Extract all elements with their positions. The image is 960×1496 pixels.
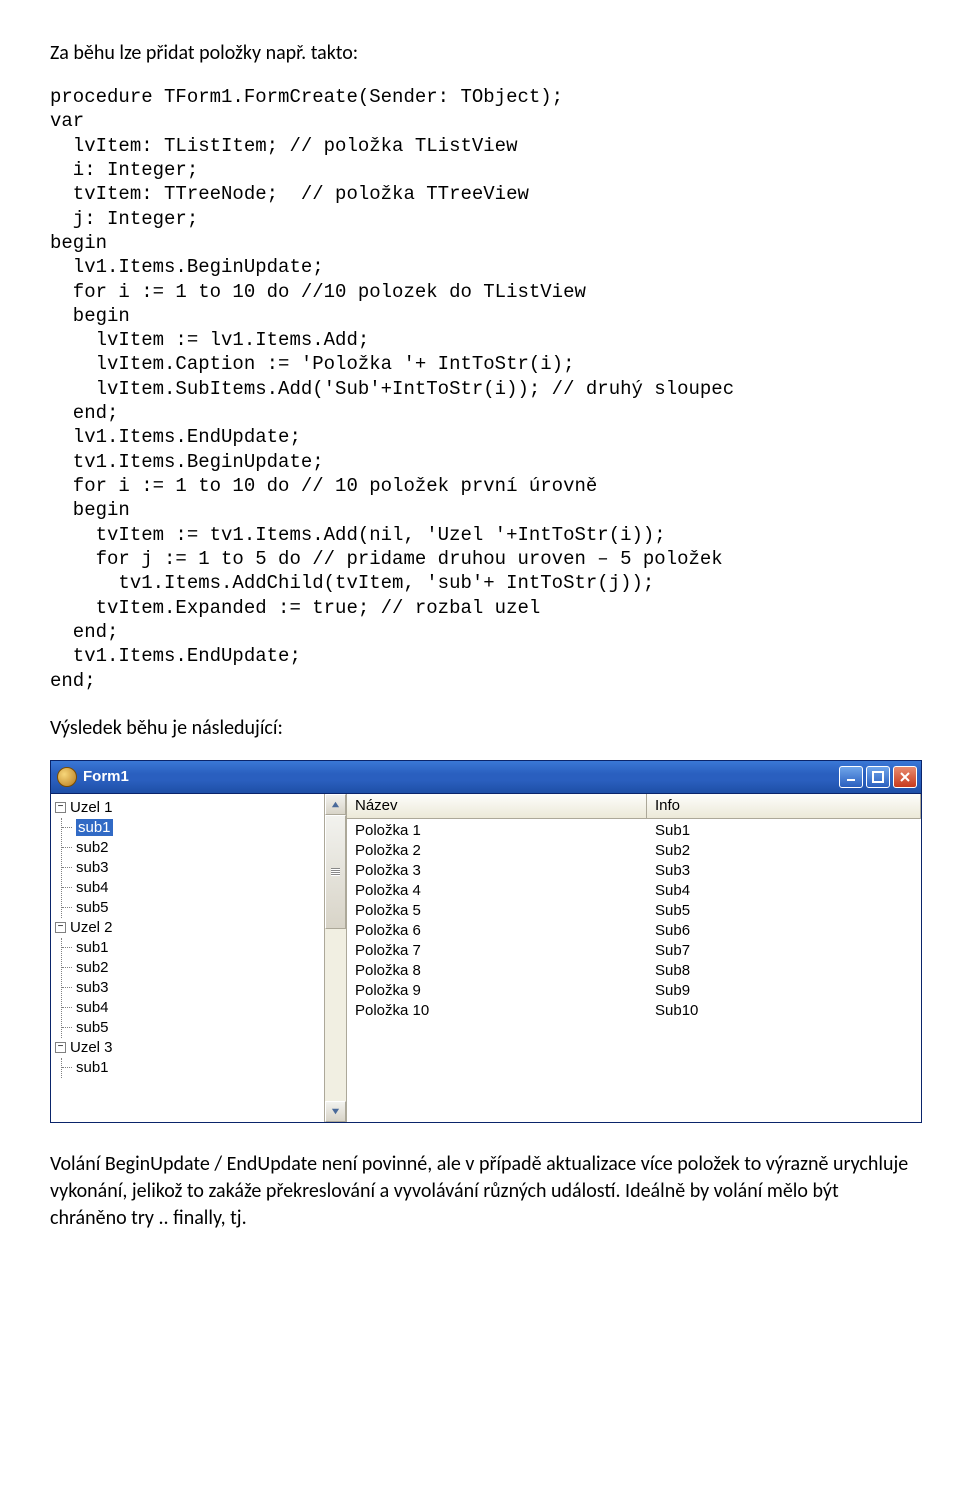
code-line: lvItem := lv1.Items.Add;: [50, 328, 910, 352]
code-line: procedure TForm1.FormCreate(Sender: TObj…: [50, 85, 910, 109]
tree-node-label: Uzel 3: [70, 1038, 113, 1058]
code-line: lvItem.SubItems.Add('Sub'+IntToStr(i)); …: [50, 377, 910, 401]
list-cell-name: Položka 2: [347, 841, 647, 861]
list-cell-name: Položka 10: [347, 1001, 647, 1021]
scroll-down-button[interactable]: [325, 1101, 346, 1122]
treeview[interactable]: −Uzel 1sub1sub2sub3sub4sub5−Uzel 2sub1su…: [51, 794, 324, 1122]
list-row[interactable]: Položka 3Sub3: [347, 861, 921, 881]
tree-leaf[interactable]: sub4: [72, 878, 324, 898]
window-title: Form1: [83, 768, 839, 785]
list-cell-name: Položka 8: [347, 961, 647, 981]
list-cell-info: Sub3: [647, 861, 921, 881]
app-icon: [57, 767, 77, 787]
list-cell-name: Položka 4: [347, 881, 647, 901]
tree-leaf[interactable]: sub5: [72, 1018, 324, 1038]
tree-leaf[interactable]: sub1: [72, 818, 324, 838]
code-line: begin: [50, 498, 910, 522]
list-cell-info: Sub8: [647, 961, 921, 981]
list-cell-name: Položka 9: [347, 981, 647, 1001]
code-line: var: [50, 109, 910, 133]
code-line: i: Integer;: [50, 158, 910, 182]
tree-node[interactable]: −Uzel 1: [53, 798, 324, 818]
column-header-info[interactable]: Info: [647, 794, 921, 818]
result-label: Výsledek běhu je následující:: [50, 715, 910, 742]
list-cell-info: Sub7: [647, 941, 921, 961]
code-line: for i := 1 to 10 do //10 polozek do TLis…: [50, 280, 910, 304]
list-row[interactable]: Položka 9Sub9: [347, 981, 921, 1001]
listview-header[interactable]: Název Info: [347, 794, 921, 819]
code-line: tv1.Items.AddChild(tvItem, 'sub'+ IntToS…: [50, 571, 910, 595]
code-line: lv1.Items.BeginUpdate;: [50, 255, 910, 279]
code-line: for j := 1 to 5 do // pridame druhou uro…: [50, 547, 910, 571]
tree-node-label: Uzel 2: [70, 918, 113, 938]
code-line: tv1.Items.EndUpdate;: [50, 644, 910, 668]
list-cell-name: Položka 5: [347, 901, 647, 921]
maximize-button[interactable]: [866, 766, 890, 788]
list-cell-name: Položka 1: [347, 821, 647, 841]
list-cell-name: Položka 3: [347, 861, 647, 881]
tree-leaf[interactable]: sub4: [72, 998, 324, 1018]
listview-body[interactable]: Položka 1Sub1Položka 2Sub2Položka 3Sub3P…: [347, 819, 921, 1122]
footer-paragraph: Volání BeginUpdate / EndUpdate není povi…: [50, 1151, 910, 1232]
titlebar[interactable]: Form1: [51, 761, 921, 794]
tree-leaf[interactable]: sub1: [72, 1058, 324, 1078]
column-header-name[interactable]: Název: [347, 794, 647, 818]
tree-scrollbar[interactable]: [324, 794, 346, 1122]
list-row[interactable]: Položka 10Sub10: [347, 1001, 921, 1021]
list-cell-info: Sub2: [647, 841, 921, 861]
code-line: end;: [50, 620, 910, 644]
listview-panel: Název Info Položka 1Sub1Položka 2Sub2Pol…: [347, 794, 921, 1122]
list-cell-info: Sub5: [647, 901, 921, 921]
tree-leaf[interactable]: sub1: [72, 938, 324, 958]
expander-icon[interactable]: −: [55, 922, 66, 933]
list-cell-name: Položka 7: [347, 941, 647, 961]
expander-icon[interactable]: −: [55, 802, 66, 813]
tree-leaf-label: sub1: [76, 819, 113, 836]
tree-node[interactable]: −Uzel 2: [53, 918, 324, 938]
expander-icon[interactable]: −: [55, 1042, 66, 1053]
scroll-thumb[interactable]: [325, 815, 346, 929]
list-row[interactable]: Položka 8Sub8: [347, 961, 921, 981]
code-line: begin: [50, 304, 910, 328]
list-cell-info: Sub4: [647, 881, 921, 901]
tree-node[interactable]: −Uzel 3: [53, 1038, 324, 1058]
list-row[interactable]: Položka 2Sub2: [347, 841, 921, 861]
close-button[interactable]: [893, 766, 917, 788]
code-line: end;: [50, 401, 910, 425]
list-cell-info: Sub10: [647, 1001, 921, 1021]
code-line: lv1.Items.EndUpdate;: [50, 425, 910, 449]
list-row[interactable]: Položka 1Sub1: [347, 821, 921, 841]
tree-leaf[interactable]: sub2: [72, 838, 324, 858]
form1-window: Form1 −Uzel 1sub1sub2sub3sub4sub5−Uzel 2…: [50, 760, 922, 1123]
code-line: lvItem: TListItem; // položka TListView: [50, 134, 910, 158]
code-line: for i := 1 to 10 do // 10 položek první …: [50, 474, 910, 498]
list-row[interactable]: Položka 4Sub4: [347, 881, 921, 901]
scroll-up-button[interactable]: [325, 794, 346, 815]
minimize-button[interactable]: [839, 766, 863, 788]
list-row[interactable]: Položka 6Sub6: [347, 921, 921, 941]
tree-leaf[interactable]: sub3: [72, 858, 324, 878]
code-line: begin: [50, 231, 910, 255]
list-cell-name: Položka 6: [347, 921, 647, 941]
treeview-panel: −Uzel 1sub1sub2sub3sub4sub5−Uzel 2sub1su…: [51, 794, 347, 1122]
code-line: tvItem: TTreeNode; // položka TTreeView: [50, 182, 910, 206]
code-block: procedure TForm1.FormCreate(Sender: TObj…: [50, 85, 910, 693]
tree-leaf[interactable]: sub2: [72, 958, 324, 978]
code-line: j: Integer;: [50, 207, 910, 231]
intro-text: Za běhu lze přidat položky např. takto:: [50, 40, 910, 67]
tree-node-label: Uzel 1: [70, 798, 113, 818]
list-cell-info: Sub9: [647, 981, 921, 1001]
list-cell-info: Sub1: [647, 821, 921, 841]
list-cell-info: Sub6: [647, 921, 921, 941]
scroll-track[interactable]: [325, 815, 346, 1101]
tree-leaf[interactable]: sub3: [72, 978, 324, 998]
list-row[interactable]: Položka 5Sub5: [347, 901, 921, 921]
code-line: lvItem.Caption := 'Položka '+ IntToStr(i…: [50, 352, 910, 376]
code-line: end;: [50, 669, 910, 693]
list-row[interactable]: Položka 7Sub7: [347, 941, 921, 961]
tree-leaf[interactable]: sub5: [72, 898, 324, 918]
code-line: tvItem := tv1.Items.Add(nil, 'Uzel '+Int…: [50, 523, 910, 547]
code-line: tvItem.Expanded := true; // rozbal uzel: [50, 596, 910, 620]
code-line: tv1.Items.BeginUpdate;: [50, 450, 910, 474]
